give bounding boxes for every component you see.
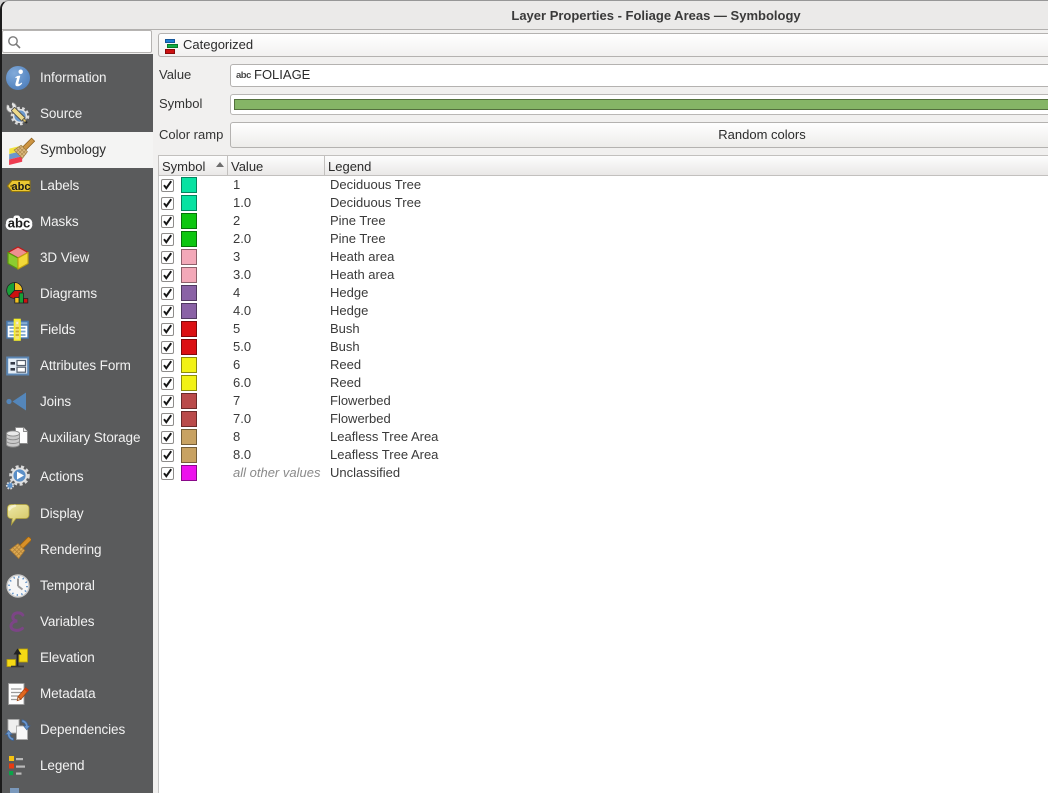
svg-text:abc: abc xyxy=(8,216,30,231)
svg-text:abc: abc xyxy=(12,181,31,193)
